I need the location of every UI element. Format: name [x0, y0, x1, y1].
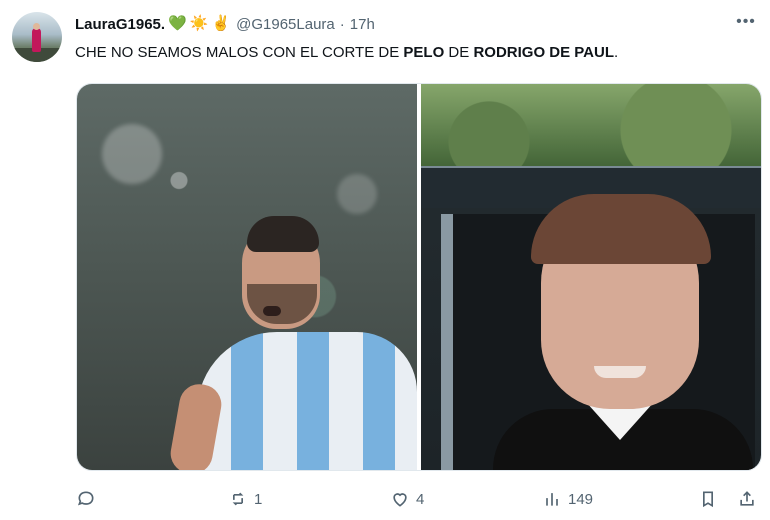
separator: · — [339, 15, 345, 33]
photo-comparison[interactable] — [421, 84, 761, 470]
post-text-emphasis: PELO — [403, 44, 445, 61]
post-text-part: . — [614, 44, 619, 61]
post-media[interactable] — [76, 83, 762, 471]
handle[interactable]: @G1965Laura — [236, 16, 335, 33]
post-actions: 1 4 149 — [76, 489, 760, 511]
player-mouth — [263, 306, 281, 316]
repost-count: 1 — [254, 490, 263, 508]
share-icon — [740, 491, 754, 506]
post-header: LauraG1965. 💚 ☀️ ✌️ @G1965Laura · 17h — [75, 14, 758, 34]
post-text-part: CHE NO SEAMOS MALOS CON EL CORTE DE — [75, 44, 404, 61]
player-hair — [247, 216, 319, 252]
timestamp[interactable]: 17h — [350, 16, 375, 33]
bookmark-icon — [703, 491, 713, 508]
share-button[interactable] — [737, 489, 757, 509]
crowd-light — [102, 124, 162, 184]
crowd-light — [337, 174, 377, 214]
reply-icon — [77, 491, 94, 506]
jersey — [197, 332, 417, 470]
green-heart-emoji: 💚 — [168, 15, 187, 32]
repost-icon — [232, 492, 244, 506]
peace-emoji: ✌️ — [211, 15, 231, 32]
post-text-emphasis: RODRIGO DE PAUL — [473, 44, 614, 61]
views-count: 149 — [568, 490, 594, 508]
photo-player[interactable] — [77, 84, 417, 470]
bookmark-button[interactable] — [698, 489, 718, 509]
post-text-part: DE — [444, 44, 474, 61]
smile — [594, 366, 646, 378]
repost-button[interactable]: 1 — [228, 489, 262, 509]
like-count: 4 — [416, 490, 425, 508]
display-name[interactable]: LauraG1965. — [75, 16, 165, 33]
more-icon[interactable]: ••• — [734, 12, 758, 32]
analytics-icon — [546, 493, 558, 506]
heart-icon — [393, 493, 407, 507]
like-button[interactable]: 4 — [390, 489, 424, 509]
post-text: CHE NO SEAMOS MALOS CON EL CORTE DE PELO… — [75, 42, 758, 64]
sun-emoji: ☀️ — [189, 15, 209, 32]
views-button[interactable]: 149 — [542, 489, 593, 509]
bowl-haircut — [531, 194, 711, 264]
avatar-head — [33, 23, 40, 30]
avatar[interactable] — [12, 12, 62, 62]
reply-button[interactable] — [76, 489, 102, 509]
avatar-figure — [32, 28, 41, 52]
